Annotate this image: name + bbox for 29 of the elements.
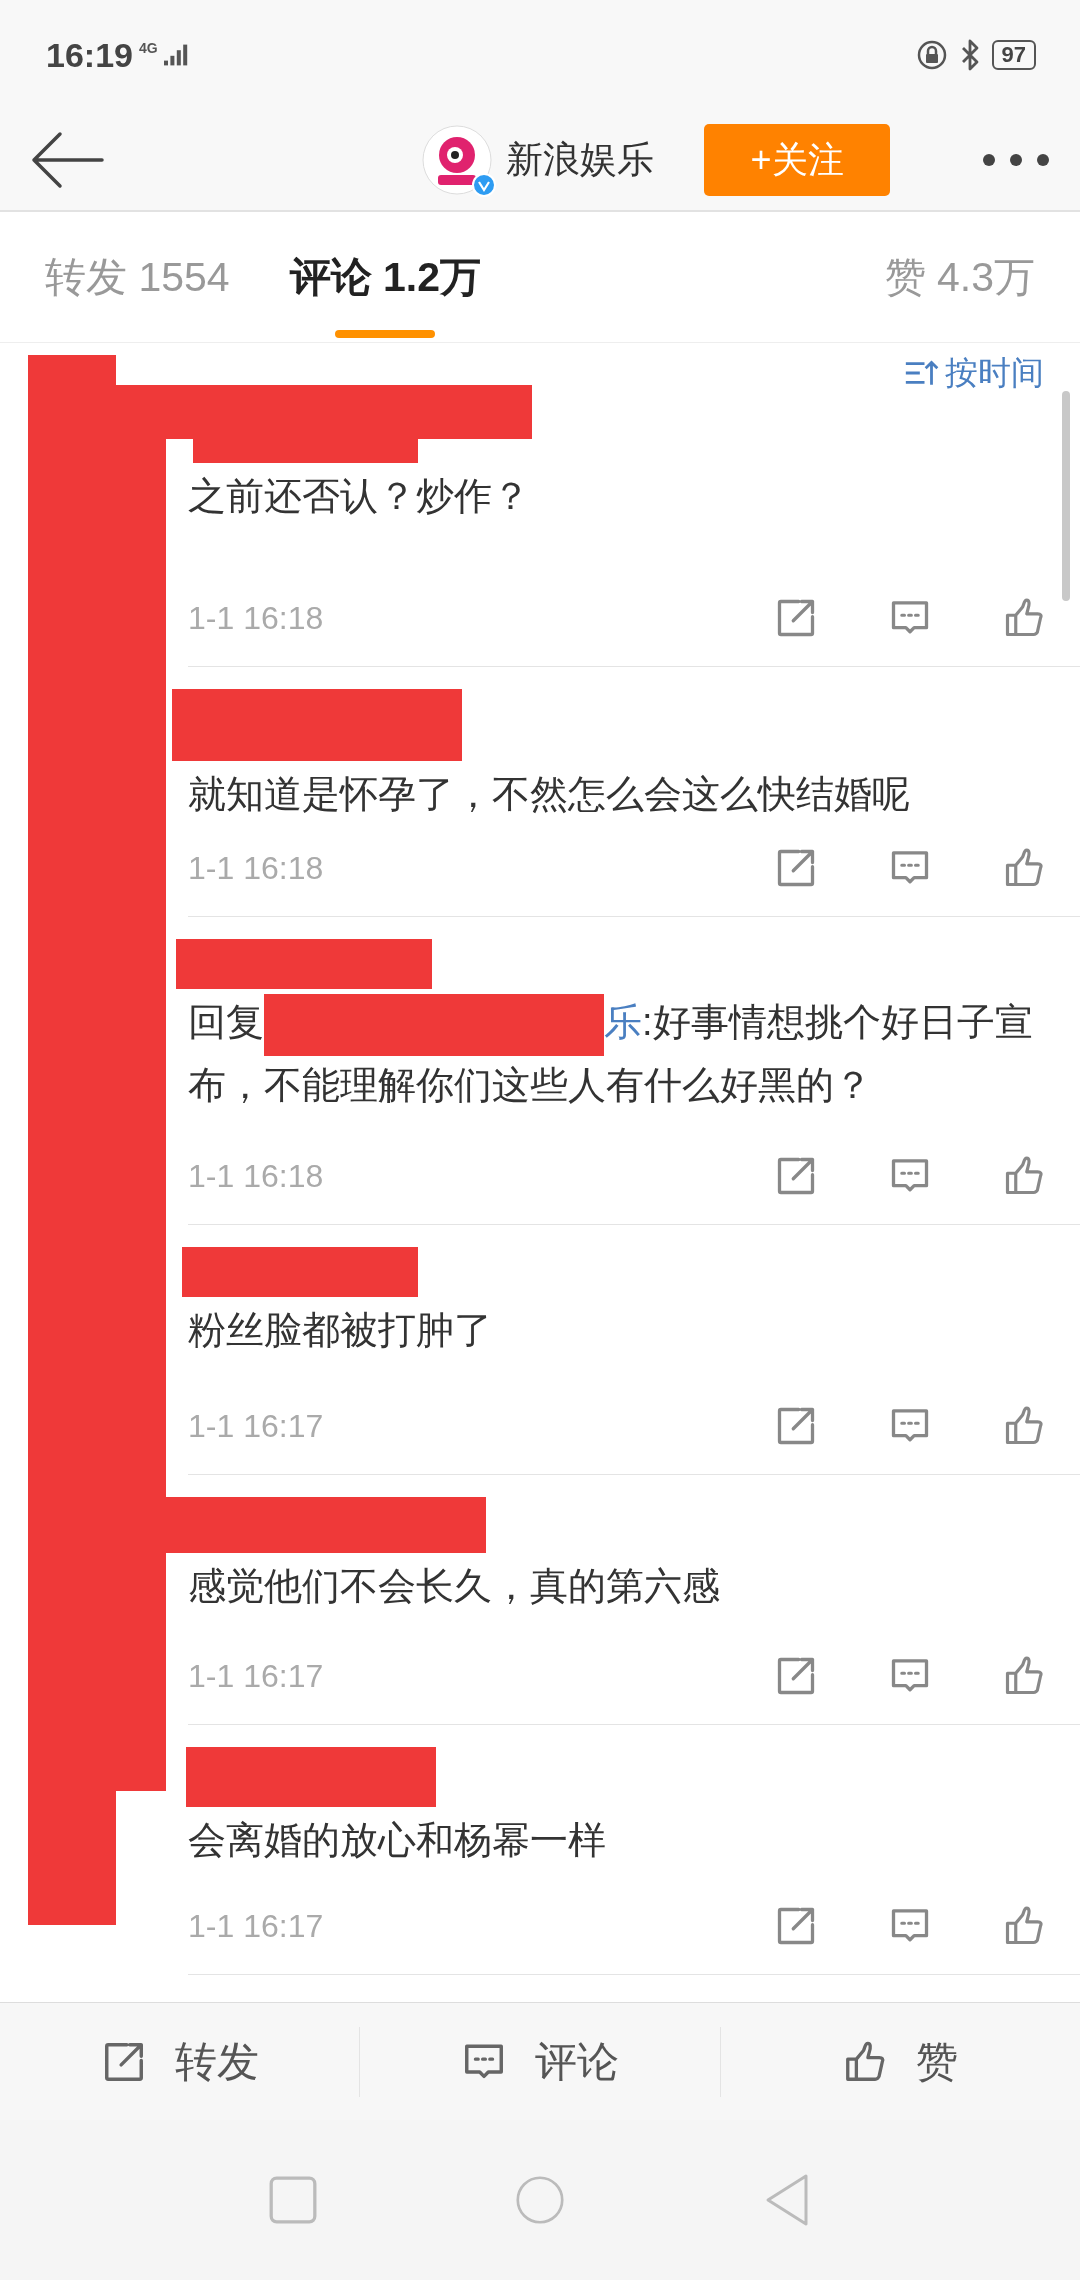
avatar-icon[interactable]: [422, 125, 492, 195]
comment-time: 1-1 16:18: [188, 1157, 325, 1195]
back-icon[interactable]: [30, 130, 104, 190]
comment-time: 1-1 16:17: [188, 1907, 325, 1945]
status-time: 16:19: [46, 35, 133, 75]
sort-icon: [903, 359, 939, 387]
comment-text: 之前还否认？炒作？: [188, 474, 531, 519]
rotation-lock-icon: [915, 39, 948, 71]
comment-text: 就知道是怀孕了，不然怎么会这么快结婚呢: [188, 772, 911, 817]
action-button[interactable]: 评论: [360, 2026, 721, 2097]
battery-indicator: 97: [991, 40, 1036, 70]
comment-text: 会离婚的放心和杨幂一样: [188, 1818, 607, 1863]
tab[interactable]: 评论 1.2万: [289, 211, 481, 343]
comment-time: 1-1 16:17: [188, 1657, 325, 1695]
user-link[interactable]: 乐: [604, 1001, 642, 1043]
comment-text: 感觉他们不会长久，真的第六感: [188, 1564, 721, 1609]
signal-icon: [163, 44, 188, 66]
action-button[interactable]: 转发: [0, 2026, 361, 2097]
account-name[interactable]: 新浪娱乐: [506, 135, 654, 185]
comment-text: 粉丝脸都被打肿了: [188, 1308, 493, 1353]
bluetooth-icon: [959, 39, 980, 71]
sort-button[interactable]: 按时间: [903, 351, 1044, 395]
comment-time: 1-1 16:17: [188, 1407, 325, 1445]
comment-time: 1-1 16:18: [188, 849, 325, 887]
comment-time: 1-1 16:18: [188, 599, 325, 637]
comment-text: 回复 乐:好事情想挑个好日子宣布，不能理解你们这些人有什么好黑的？: [188, 993, 1080, 1114]
more-icon[interactable]: [982, 153, 1050, 167]
network-label: 4G: [138, 39, 158, 56]
action-button[interactable]: 赞: [720, 2026, 1080, 2097]
